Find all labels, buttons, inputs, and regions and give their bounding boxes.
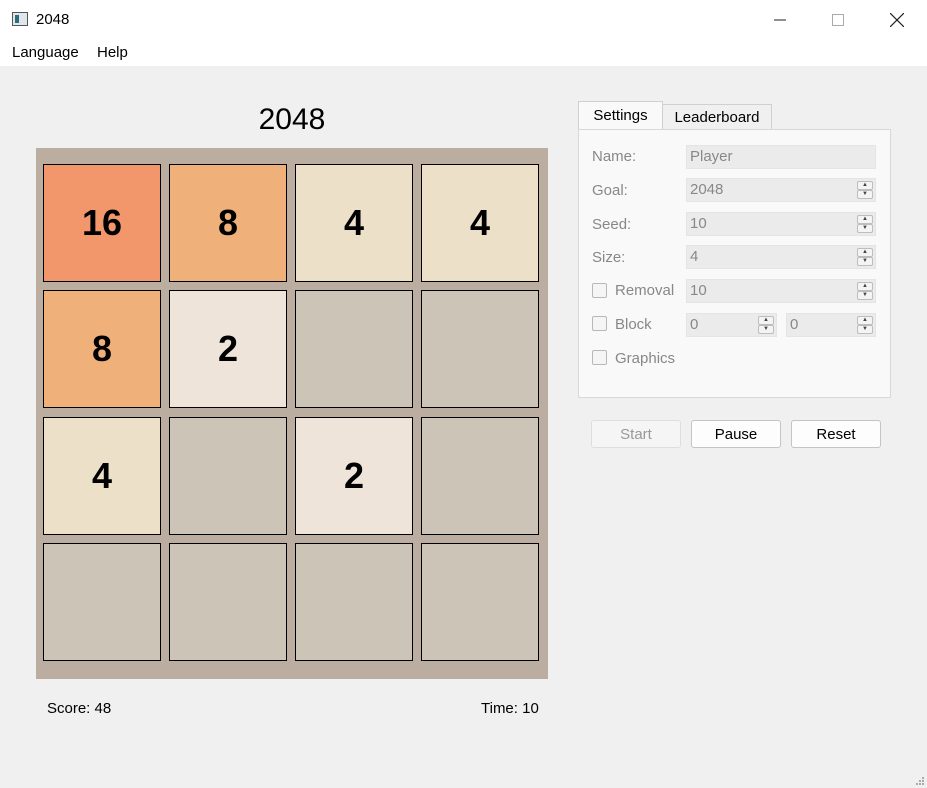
seed-label: Seed: [592,216,632,233]
menu-help[interactable]: Help [97,44,128,61]
game-board: 16 8 4 4 8 2 4 2 [36,148,548,679]
resize-grip-icon[interactable] [915,776,925,786]
block-spinbox-1[interactable]: 0 ▲ ▼ [686,313,777,337]
tile-4: 4 [43,417,161,535]
app-window: 2048 Language Help 2048 16 8 4 4 8 2 4 2 Score:… [0,0,927,788]
maximize-button[interactable] [809,0,867,40]
close-icon [890,13,904,27]
seed-value: 10 [690,215,707,232]
up-arrow-icon[interactable]: ▲ [857,282,873,291]
graphics-label: Graphics [615,350,676,367]
tile-16: 16 [43,164,161,282]
graphics-checkbox[interactable] [592,350,607,365]
removal-spinbox[interactable]: 10 ▲ ▼ [686,279,876,303]
size-stepper[interactable]: ▲ ▼ [857,248,873,266]
removal-checkbox[interactable] [592,283,607,298]
game-title: 2048 [258,103,326,136]
empty-tile [43,543,161,661]
goal-value: 2048 [690,181,724,198]
empty-tile [295,290,413,408]
seed-spinbox[interactable]: 10 ▲ ▼ [686,212,876,236]
title-bar: 2048 [0,0,927,40]
block-value-2: 0 [790,316,799,333]
size-spinbox[interactable]: 4 ▲ ▼ [686,245,876,269]
block-stepper-2[interactable]: ▲ ▼ [857,316,873,334]
app-icon [12,12,28,26]
minimize-icon [774,19,786,21]
tab-settings[interactable]: Settings [578,101,663,129]
block-value-1: 0 [690,316,699,333]
tile-2: 2 [169,290,287,408]
time-label: Time: 10 [481,700,539,717]
down-arrow-icon[interactable]: ▼ [857,224,873,233]
name-field[interactable]: Player [686,145,876,169]
up-arrow-icon[interactable]: ▲ [857,215,873,224]
start-button[interactable]: Start [591,420,681,448]
empty-tile [169,417,287,535]
tile-4: 4 [421,164,539,282]
up-arrow-icon[interactable]: ▲ [857,248,873,257]
goal-label: Goal: [592,182,628,199]
block-stepper-1[interactable]: ▲ ▼ [758,316,774,334]
down-arrow-icon[interactable]: ▼ [857,190,873,199]
up-arrow-icon[interactable]: ▲ [758,316,774,325]
size-value: 4 [690,248,699,265]
reset-button[interactable]: Reset [791,420,881,448]
name-label: Name: [592,148,637,165]
size-label: Size: [592,249,626,266]
block-label: Block [615,316,652,333]
empty-tile [421,290,539,408]
menu-bar: Language Help [0,40,927,66]
tab-leaderboard[interactable]: Leaderboard [662,104,772,130]
goal-stepper[interactable]: ▲ ▼ [857,181,873,199]
down-arrow-icon[interactable]: ▼ [758,325,774,334]
tile-4: 4 [295,164,413,282]
down-arrow-icon[interactable]: ▼ [857,325,873,334]
maximize-icon [832,14,844,26]
tile-2: 2 [295,417,413,535]
empty-tile [169,543,287,661]
down-arrow-icon[interactable]: ▼ [857,257,873,266]
removal-value: 10 [690,282,707,299]
window-title: 2048 [36,11,70,28]
removal-stepper[interactable]: ▲ ▼ [857,282,873,300]
empty-tile [421,543,539,661]
down-arrow-icon[interactable]: ▼ [857,291,873,300]
up-arrow-icon[interactable]: ▲ [857,316,873,325]
block-spinbox-2[interactable]: 0 ▲ ▼ [786,313,876,337]
minimize-button[interactable] [751,0,809,40]
seed-stepper[interactable]: ▲ ▼ [857,215,873,233]
tile-8: 8 [43,290,161,408]
goal-spinbox[interactable]: 2048 ▲ ▼ [686,178,876,202]
close-button[interactable] [868,0,926,40]
pause-button[interactable]: Pause [691,420,781,448]
empty-tile [421,417,539,535]
menu-language[interactable]: Language [12,44,79,61]
block-checkbox[interactable] [592,316,607,331]
up-arrow-icon[interactable]: ▲ [857,181,873,190]
score-label: Score: 48 [47,700,112,717]
removal-label: Removal [615,282,675,299]
empty-tile [295,543,413,661]
tile-8: 8 [169,164,287,282]
